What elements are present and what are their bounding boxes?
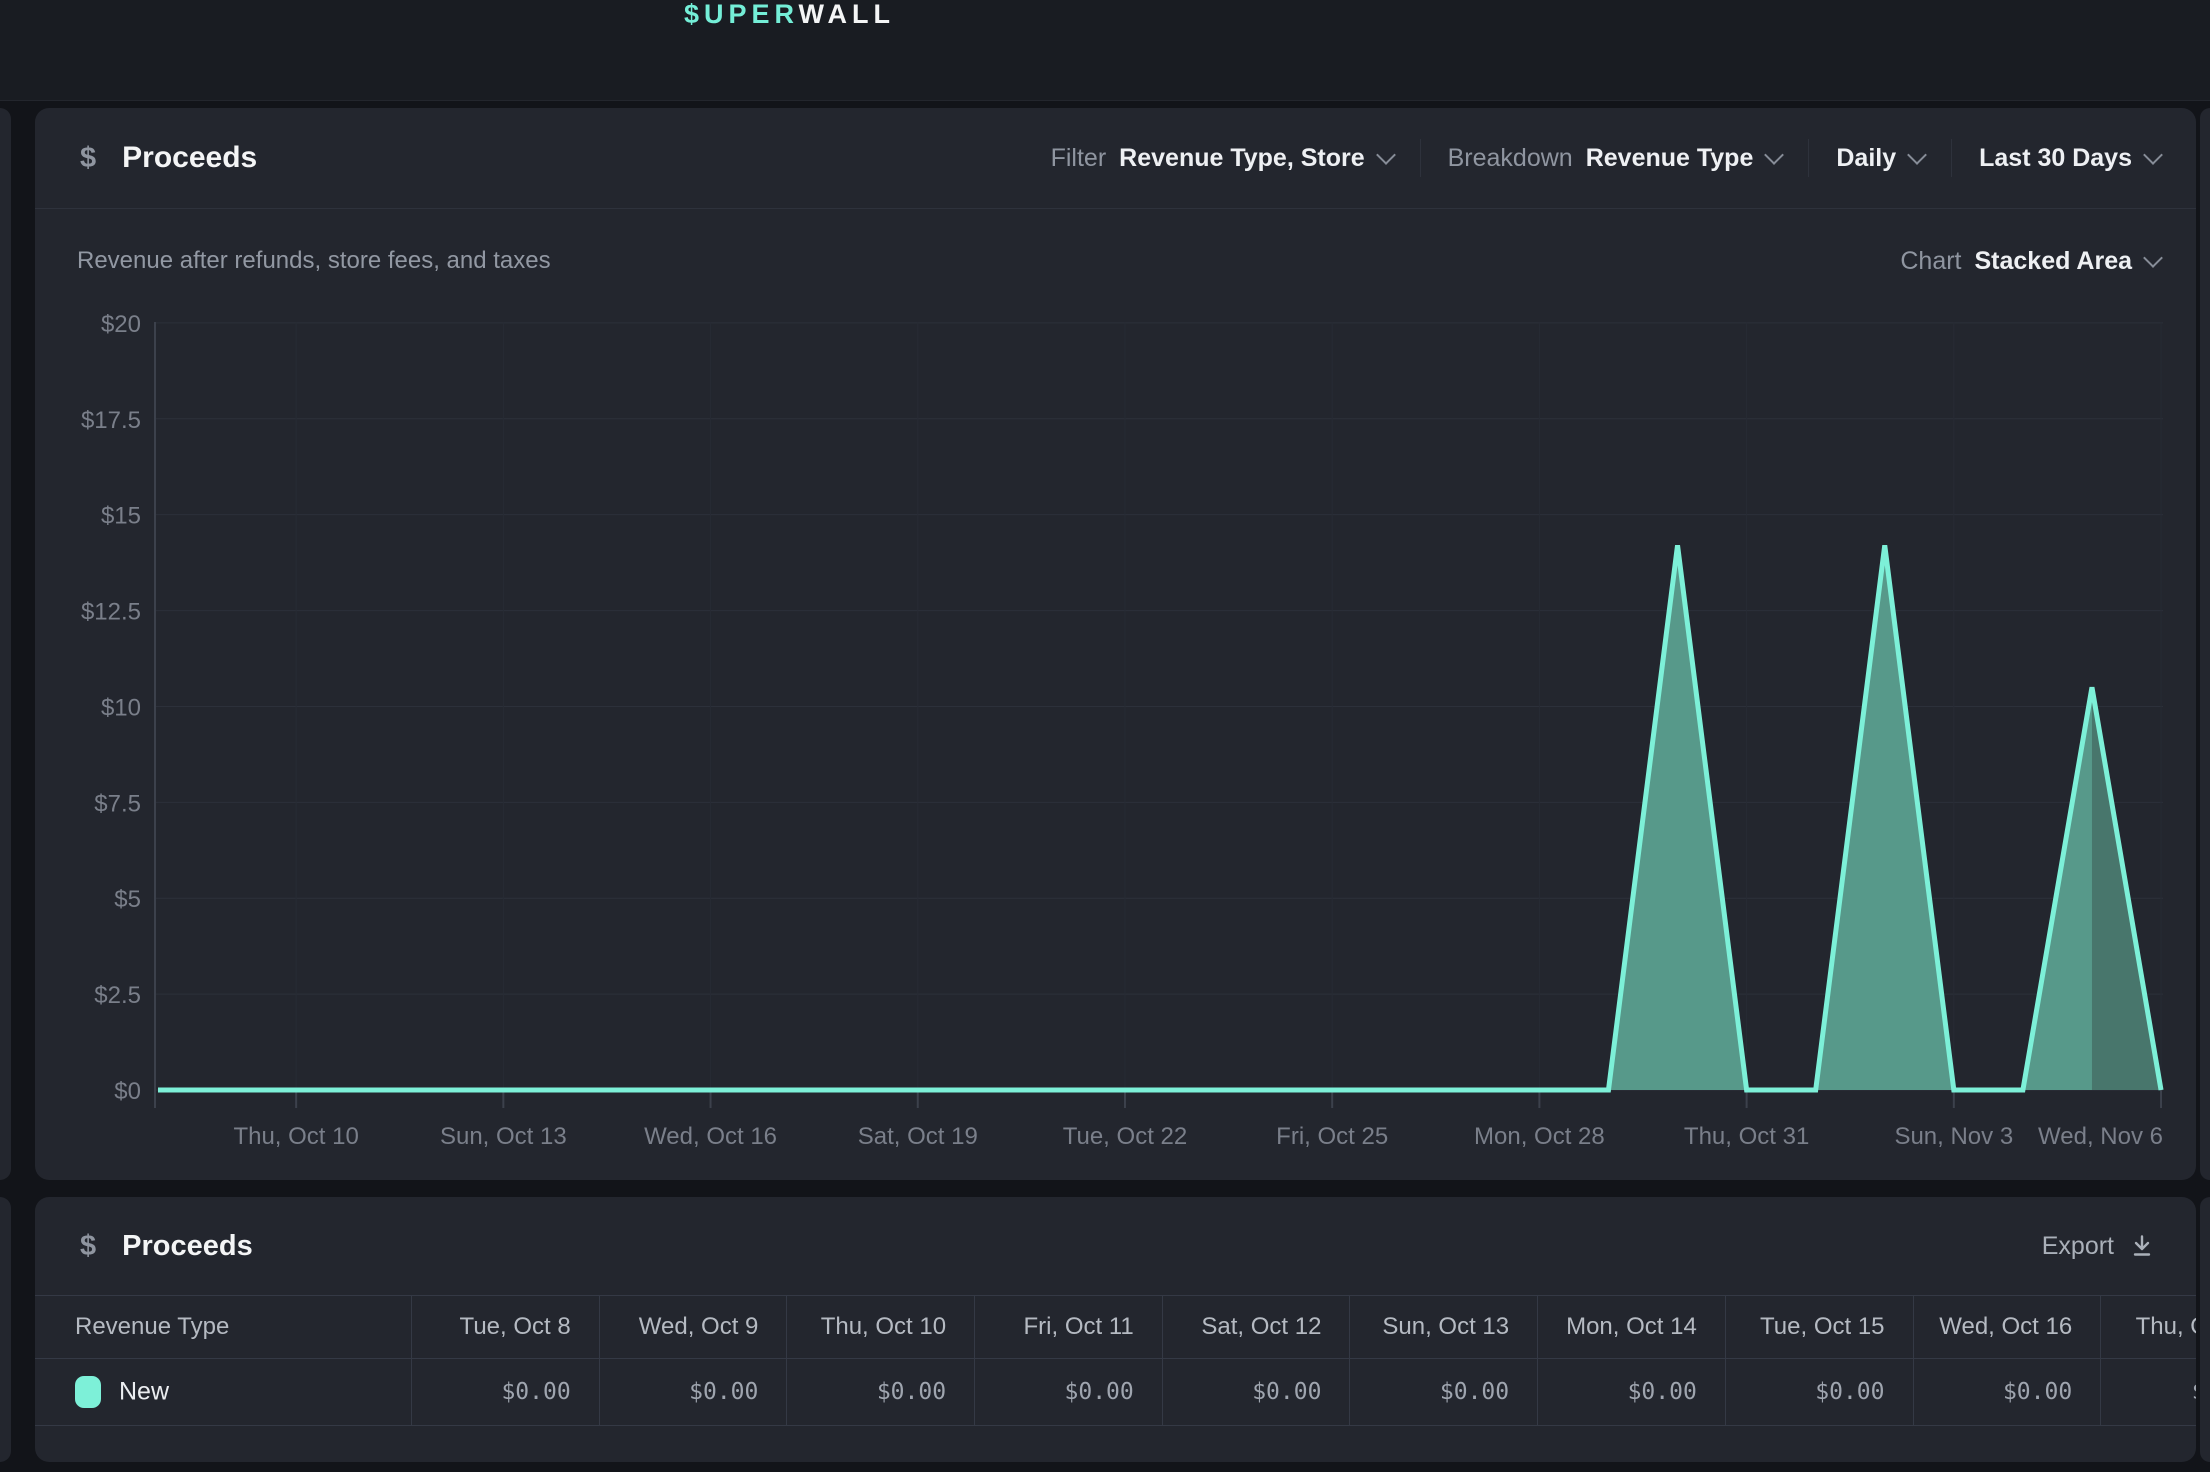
x-axis-label: Wed, Oct 16 [644,1123,777,1150]
y-axis-label: $20 [101,311,141,338]
value-cell: $0.00 [1726,1359,1914,1426]
stacked-area-chart[interactable]: $20 $17.5 $15 $12.5 $10 $7.5 $5 $2.5 $0 Thu, Oct … [35,108,2196,1180]
area-fill-new [158,545,2161,1090]
prev-chart-panel-sliver [0,108,11,1180]
x-axis-label: Tue, Oct 22 [1063,1123,1188,1150]
value-cell: $0.00 [412,1359,600,1426]
dollar-icon: $ [80,1230,96,1263]
series-label: New [119,1378,169,1406]
y-axis-label: $15 [101,503,141,530]
y-axis-label: $2.5 [94,982,141,1009]
table-header-row: Revenue TypeTue, Oct 8Wed, Oct 9Thu, Oct… [35,1296,2196,1359]
y-axis-label: $17.5 [81,407,141,434]
column-header-date: Sun, Oct 13 [1350,1296,1538,1359]
logo-accent-text: $UPER [684,0,799,29]
x-axis-label: Sun, Nov 3 [1894,1123,2013,1150]
prev-table-panel-sliver [0,1197,11,1462]
proceeds-table: Revenue TypeTue, Oct 8Wed, Oct 9Thu, Oct… [35,1296,2196,1426]
value-cell: $0.00 [1914,1359,2102,1426]
column-header-revenue-type: Revenue Type [35,1296,412,1359]
y-axis-label: $10 [101,694,141,721]
y-axis-label: $12.5 [81,599,141,626]
table-row: New$0.00$0.00$0.00$0.00$0.00$0.00$0.00$0… [35,1359,2196,1426]
y-axis-label: $5 [114,886,141,913]
x-axis-label: Thu, Oct 31 [1684,1123,1809,1150]
logo-rest-text: WALL [799,0,895,29]
value-cell: $0.00 [1163,1359,1351,1426]
next-table-panel-sliver [2200,1197,2210,1462]
value-cell: $0.00 [2101,1359,2196,1426]
next-chart-panel-sliver [2200,108,2210,1180]
value-cell: $0.00 [1350,1359,1538,1426]
x-axis-label: Wed, Nov 6 [2038,1123,2163,1150]
value-cell: $0.00 [600,1359,788,1426]
proceeds-table-panel: $ Proceeds Export Revenue TypeTue, Oct 8… [35,1197,2196,1462]
x-axis-label: Sat, Oct 19 [858,1123,978,1150]
column-header-date: Wed, Oct 16 [1914,1296,2102,1359]
y-axis-label: $7.5 [94,790,141,817]
revenue-type-cell: New [35,1359,412,1426]
series-swatch-icon [75,1376,101,1408]
download-icon [2128,1232,2156,1260]
top-nav-bar: $UPERWALL [0,0,2210,101]
value-cell: $0.00 [1538,1359,1726,1426]
table-panel-title: Proceeds [122,1230,253,1263]
value-cell: $0.00 [975,1359,1163,1426]
x-axis-label: Sun, Oct 13 [440,1123,567,1150]
y-axis-label: $0 [114,1078,141,1105]
column-header-date: Mon, Oct 14 [1538,1296,1726,1359]
column-header-date: Fri, Oct 11 [975,1296,1163,1359]
column-header-date: Thu, Oct 17 [2101,1296,2196,1359]
column-header-date: Wed, Oct 9 [600,1296,788,1359]
export-label: Export [2042,1232,2114,1261]
column-header-date: Tue, Oct 15 [1726,1296,1914,1359]
column-header-date: Sat, Oct 12 [1163,1296,1351,1359]
proceeds-chart-panel: $ Proceeds Filter Revenue Type, Store Br… [35,108,2196,1180]
column-header-date: Tue, Oct 8 [412,1296,600,1359]
x-axis-label: Thu, Oct 10 [233,1123,358,1150]
x-axis-label: Fri, Oct 25 [1276,1123,1388,1150]
x-axis-label: Mon, Oct 28 [1474,1123,1605,1150]
table-panel-header: $ Proceeds Export [35,1197,2196,1296]
value-cell: $0.00 [787,1359,975,1426]
column-header-date: Thu, Oct 10 [787,1296,975,1359]
superwall-logo[interactable]: $UPERWALL [684,0,895,28]
export-button[interactable]: Export [2042,1232,2156,1261]
